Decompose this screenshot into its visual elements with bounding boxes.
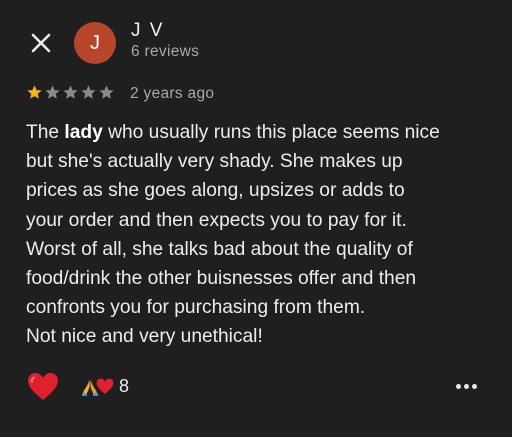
more-dot-icon (472, 384, 477, 389)
avatar[interactable]: J (74, 22, 116, 64)
star-icon (99, 85, 114, 99)
review-text-rest: who usually runs this place seems nice b… (26, 122, 440, 348)
more-dot-icon (456, 384, 461, 389)
heart-react-button[interactable] (27, 372, 59, 402)
avatar-letter: J (90, 31, 100, 54)
close-button[interactable] (24, 26, 58, 60)
heart-icon (96, 378, 114, 394)
reaction-summary[interactable]: 8 (80, 376, 129, 397)
star-icon (45, 85, 60, 99)
review-text-start: The (26, 122, 65, 143)
star-icon (27, 85, 42, 99)
more-options-button[interactable] (456, 384, 477, 389)
reaction-count: 8 (119, 376, 130, 396)
review-text: The lady who usually runs this place see… (26, 118, 502, 352)
review-date: 2 years ago (130, 85, 215, 102)
review-highlight: lady (64, 122, 103, 143)
star-rating (26, 84, 115, 101)
star-icon (63, 85, 78, 99)
close-icon (31, 33, 51, 53)
reviewer-name[interactable]: J V (131, 20, 164, 42)
star-icon (81, 85, 96, 99)
heart-icon (28, 373, 58, 400)
more-dot-icon (464, 384, 469, 389)
review-count: 6 reviews (131, 43, 200, 60)
